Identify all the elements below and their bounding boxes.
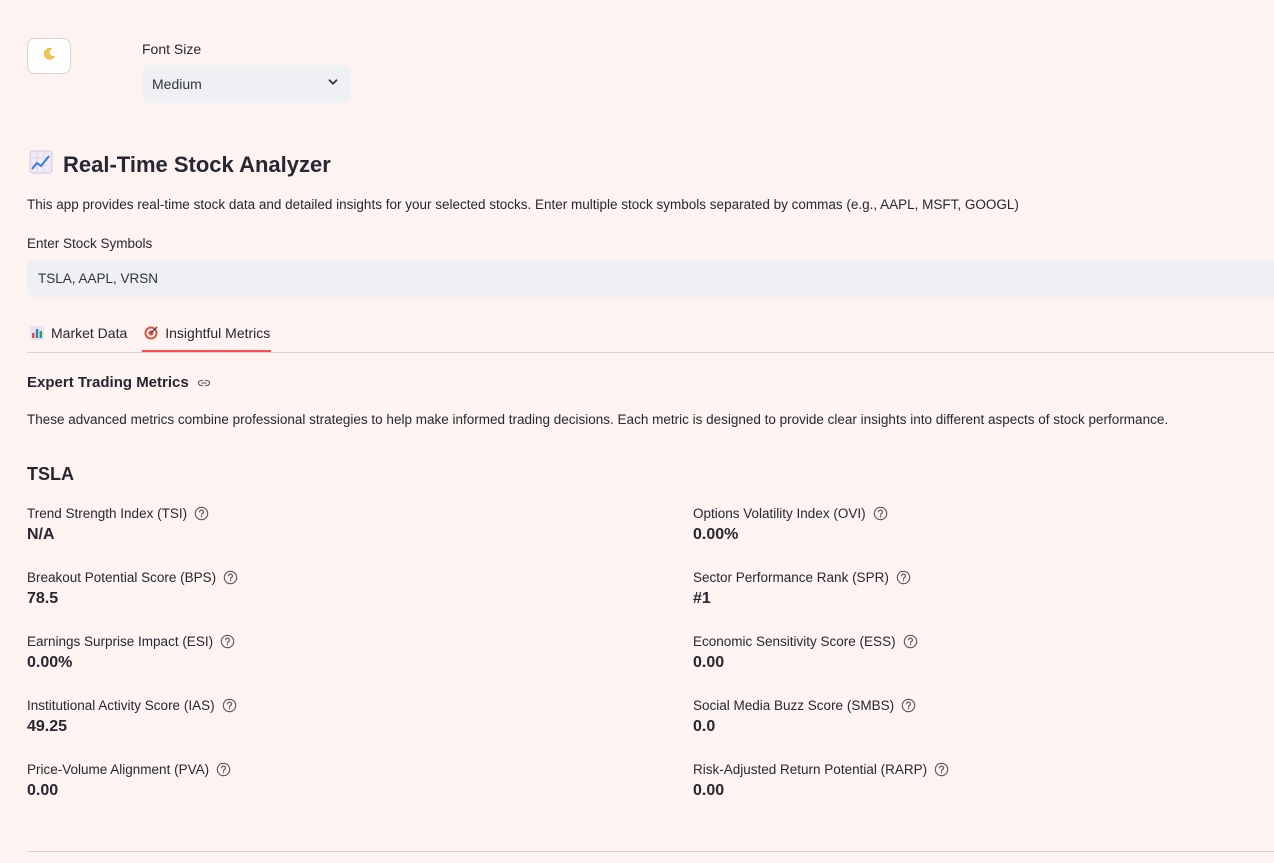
metric-label: Breakout Potential Score (BPS): [27, 569, 217, 585]
metric-value: 0.0: [693, 718, 716, 735]
target-icon: [143, 325, 159, 341]
metric-pva: Price-Volume Alignment (PVA) 0.00: [27, 760, 587, 800]
metric-smbs: Social Media Buzz Score (SMBS) 0.0: [693, 696, 1253, 736]
theme-toggle-button[interactable]: [27, 38, 71, 74]
metric-label: Social Media Buzz Score (SMBS): [693, 697, 895, 713]
metric-value: 0.00: [27, 782, 59, 799]
tab-market-data-label: Market Data: [51, 325, 128, 341]
metric-value: 49.25: [27, 718, 68, 735]
tab-market-data[interactable]: Market Data: [29, 316, 127, 350]
font-size-label: Font Size: [142, 41, 202, 57]
metric-value: 0.00: [693, 654, 725, 671]
metric-ias: Institutional Activity Score (IAS) 49.25: [27, 696, 587, 736]
metric-spr: Sector Performance Rank (SPR) #1: [693, 568, 1253, 608]
link-icon[interactable]: [196, 375, 212, 391]
metric-label: Earnings Surprise Impact (ESI): [27, 633, 214, 649]
tab-insightful-metrics[interactable]: Insightful Metrics: [142, 316, 272, 352]
metric-label: Institutional Activity Score (IAS): [27, 697, 215, 713]
metric-value: 0.00%: [27, 654, 73, 671]
metric-label: Sector Performance Rank (SPR): [693, 569, 889, 585]
metric-tsi: Trend Strength Index (TSI) N/A: [27, 504, 587, 544]
help-icon[interactable]: [873, 506, 888, 521]
metric-value: 0.00%: [693, 526, 739, 543]
metric-value: 78.5: [27, 590, 59, 607]
page-title-row: Real-Time Stock Analyzer: [29, 150, 331, 179]
metric-value: #1: [693, 590, 711, 607]
ticker-heading: TSLA: [27, 464, 74, 484]
metric-ess: Economic Sensitivity Score (ESS) 0.00: [693, 632, 1253, 672]
metric-label: Economic Sensitivity Score (ESS): [693, 633, 896, 649]
section-title-text: Expert Trading Metrics: [27, 374, 189, 391]
metric-esi: Earnings Surprise Impact (ESI) 0.00%: [27, 632, 587, 672]
metric-ovi: Options Volatility Index (OVI) 0.00%: [693, 504, 1253, 544]
help-icon[interactable]: [222, 698, 237, 713]
help-icon[interactable]: [220, 634, 235, 649]
divider: [27, 851, 1274, 852]
metric-label: Risk-Adjusted Return Potential (RARP): [693, 761, 928, 777]
chevron-down-icon: [327, 75, 339, 93]
help-icon[interactable]: [216, 762, 231, 777]
bar-chart-icon: [29, 325, 45, 341]
tab-insightful-metrics-label: Insightful Metrics: [165, 325, 271, 341]
symbols-input[interactable]: [36, 270, 1265, 287]
help-icon[interactable]: [223, 570, 238, 585]
moon-icon: [42, 47, 56, 66]
help-icon[interactable]: [896, 570, 911, 585]
metric-value: N/A: [27, 526, 55, 543]
metric-rarp: Risk-Adjusted Return Potential (RARP) 0.…: [693, 760, 1253, 800]
app-description: This app provides real-time stock data a…: [27, 197, 1019, 212]
app-page: Font Size Medium Real-Time Stock Analyze…: [0, 0, 1274, 863]
metric-bps: Breakout Potential Score (BPS) 78.5: [27, 568, 587, 608]
metric-label: Trend Strength Index (TSI): [27, 505, 188, 521]
symbols-label: Enter Stock Symbols: [27, 236, 153, 251]
tab-bar: Market Data Insightful Metrics: [27, 316, 1274, 353]
metric-label: Options Volatility Index (OVI): [693, 505, 866, 521]
metric-value: 0.00: [693, 782, 725, 799]
help-icon[interactable]: [194, 506, 209, 521]
font-size-value: Medium: [152, 76, 202, 92]
section-description: These advanced metrics combine professio…: [27, 412, 1169, 427]
help-icon[interactable]: [903, 634, 918, 649]
font-size-select[interactable]: Medium: [142, 65, 351, 103]
symbols-input-wrapper: [27, 260, 1274, 297]
help-icon[interactable]: [901, 698, 916, 713]
section-title: Expert Trading Metrics: [27, 374, 212, 391]
chart-increasing-icon: [29, 150, 53, 179]
page-title: Real-Time Stock Analyzer: [63, 151, 331, 177]
metric-label: Price-Volume Alignment (PVA): [27, 761, 210, 777]
help-icon[interactable]: [934, 762, 949, 777]
